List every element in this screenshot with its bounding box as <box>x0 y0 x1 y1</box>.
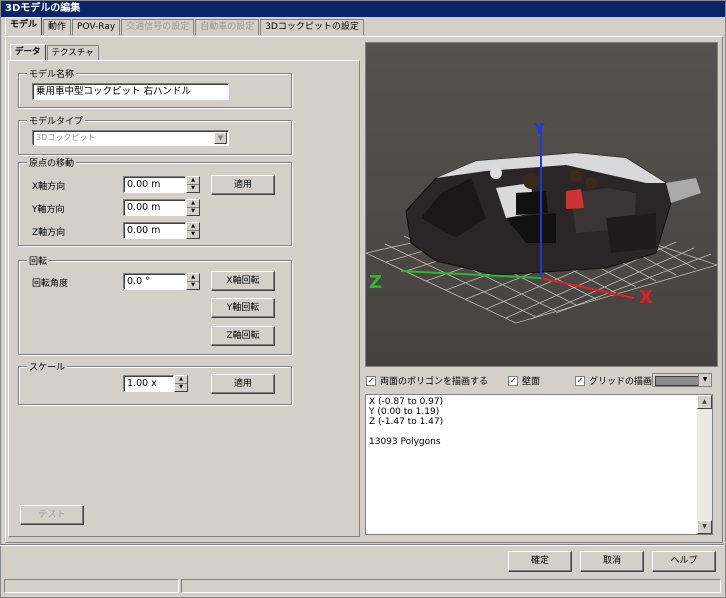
draw-backfaces-label: 両面のポリゴンを描画する <box>380 377 489 387</box>
subtab-texture[interactable]: テクスチャ <box>46 45 99 60</box>
rotation-angle-input[interactable]: 0.0 ° <box>123 273 186 290</box>
window-title: 3Dモデルの編集 <box>1 1 725 17</box>
footer-separator <box>0 544 724 546</box>
spin-down-icon[interactable]: ▼ <box>187 185 199 192</box>
checkmark-icon[interactable]: ✓ <box>366 375 376 386</box>
x-direction-label: X軸方向 <box>32 182 66 192</box>
draw-backfaces-checkbox[interactable]: ✓ 両面のポリゴンを描画する <box>366 374 488 387</box>
scale-apply-button[interactable]: 適用 <box>211 374 275 394</box>
tab-motion[interactable]: 動作 <box>43 19 72 35</box>
sub-tabs: データ テクスチャ <box>10 44 100 61</box>
tab-model[interactable]: モデル <box>5 17 43 35</box>
spin-up-icon[interactable]: ▲ <box>187 177 199 185</box>
z-offset-spinner[interactable]: ▲ ▼ <box>186 222 200 239</box>
spin-up-icon[interactable]: ▲ <box>187 200 199 208</box>
rotation-label: 回転 <box>27 254 50 267</box>
scale-label: スケール <box>27 360 68 373</box>
z-range-text: Z (-1.47 to 1.47) <box>369 417 444 427</box>
checkmark-icon[interactable]: ✓ <box>575 375 585 386</box>
ok-button[interactable]: 確定 <box>508 551 572 572</box>
model-type-select[interactable]: 3Dコックピット ▼ <box>32 130 229 146</box>
help-button[interactable]: ヘルプ <box>652 551 716 572</box>
spin-down-icon[interactable]: ▼ <box>175 384 187 391</box>
draw-grid-label: グリッドの描画 <box>589 377 653 387</box>
model-info-box: X (-0.87 to 0.97) Y (0.00 to 1.19) Z (-1… <box>365 394 713 535</box>
scroll-up-icon[interactable]: ▲ <box>697 395 712 409</box>
walls-checkbox[interactable]: ✓ 壁面 <box>508 374 540 387</box>
axis-x-label: X <box>639 287 653 308</box>
grid-color-swatch <box>655 376 699 386</box>
spin-down-icon[interactable]: ▼ <box>187 282 199 289</box>
tab-povray[interactable]: POV-Ray <box>72 19 121 35</box>
main-tabs: モデル 動作 POV-Ray 交通信号の設定 自動車の設定 3Dコックピットの設… <box>5 17 365 35</box>
spin-up-icon[interactable]: ▲ <box>187 223 199 231</box>
tab-vehicle-settings[interactable]: 自動車の設定 <box>195 19 260 35</box>
status-pane-1 <box>4 579 179 593</box>
tab-traffic-signal[interactable]: 交通信号の設定 <box>121 19 195 35</box>
x-range-text: X (-0.87 to 0.97) <box>369 397 444 407</box>
info-scrollbar[interactable]: ▲ ▼ <box>697 395 712 534</box>
axis-z-label: Z <box>369 272 382 293</box>
x-offset-input[interactable]: 0.00 m <box>123 176 186 193</box>
spin-up-icon[interactable]: ▲ <box>175 376 187 384</box>
model-type-value: 3Dコックピット <box>36 133 96 142</box>
rotation-angle-label: 回転角度 <box>32 279 69 289</box>
walls-label: 壁面 <box>522 377 541 387</box>
y-range-text: Y (0.00 to 1.19) <box>369 407 440 417</box>
polygon-count-text: 13093 Polygons <box>369 437 441 447</box>
origin-apply-button[interactable]: 適用 <box>211 175 275 195</box>
grid-color-picker[interactable]: ▼ <box>652 373 712 387</box>
rotate-x-button[interactable]: X軸回転 <box>211 271 275 291</box>
tab-cockpit-settings[interactable]: 3Dコックピットの設定 <box>260 19 364 35</box>
test-button[interactable]: テスト <box>20 505 84 525</box>
spin-down-icon[interactable]: ▼ <box>187 208 199 215</box>
scale-spinner[interactable]: ▲ ▼ <box>174 375 188 392</box>
y-direction-label: Y軸方向 <box>32 205 65 215</box>
subtab-data[interactable]: データ <box>10 44 46 61</box>
axis-y-label: Y <box>533 120 546 138</box>
model-name-label: モデル名称 <box>27 67 77 80</box>
x-offset-spinner[interactable]: ▲ ▼ <box>186 176 200 193</box>
y-offset-spinner[interactable]: ▲ ▼ <box>186 199 200 216</box>
model-preview-svg: Y Z X <box>366 43 717 366</box>
y-offset-input[interactable]: 0.00 m <box>123 199 186 216</box>
origin-label: 原点の移動 <box>27 156 77 169</box>
cancel-button[interactable]: 取消 <box>580 551 644 572</box>
chevron-down-icon[interactable]: ▼ <box>698 374 711 386</box>
scale-input[interactable]: 1.00 x <box>123 375 174 392</box>
z-direction-label: Z軸方向 <box>32 228 66 238</box>
spin-up-icon[interactable]: ▲ <box>187 274 199 282</box>
draw-grid-checkbox[interactable]: ✓ グリッドの描画 <box>575 374 652 387</box>
scroll-down-icon[interactable]: ▼ <box>697 520 712 534</box>
model-name-input[interactable]: 乗用車中型コックピット 右ハンドル <box>32 83 229 100</box>
model-type-label: モデルタイプ <box>27 114 86 127</box>
model-3d-viewport[interactable]: Y Z X <box>365 42 718 367</box>
rotation-angle-spinner[interactable]: ▲ ▼ <box>186 273 200 290</box>
z-offset-input[interactable]: 0.00 m <box>123 222 186 239</box>
status-pane-2 <box>181 579 721 593</box>
rotate-y-button[interactable]: Y軸回転 <box>211 298 275 318</box>
rotate-z-button[interactable]: Z軸回転 <box>211 326 275 346</box>
checkmark-icon[interactable]: ✓ <box>508 375 518 386</box>
chevron-down-icon[interactable]: ▼ <box>214 132 227 144</box>
spin-down-icon[interactable]: ▼ <box>187 231 199 238</box>
